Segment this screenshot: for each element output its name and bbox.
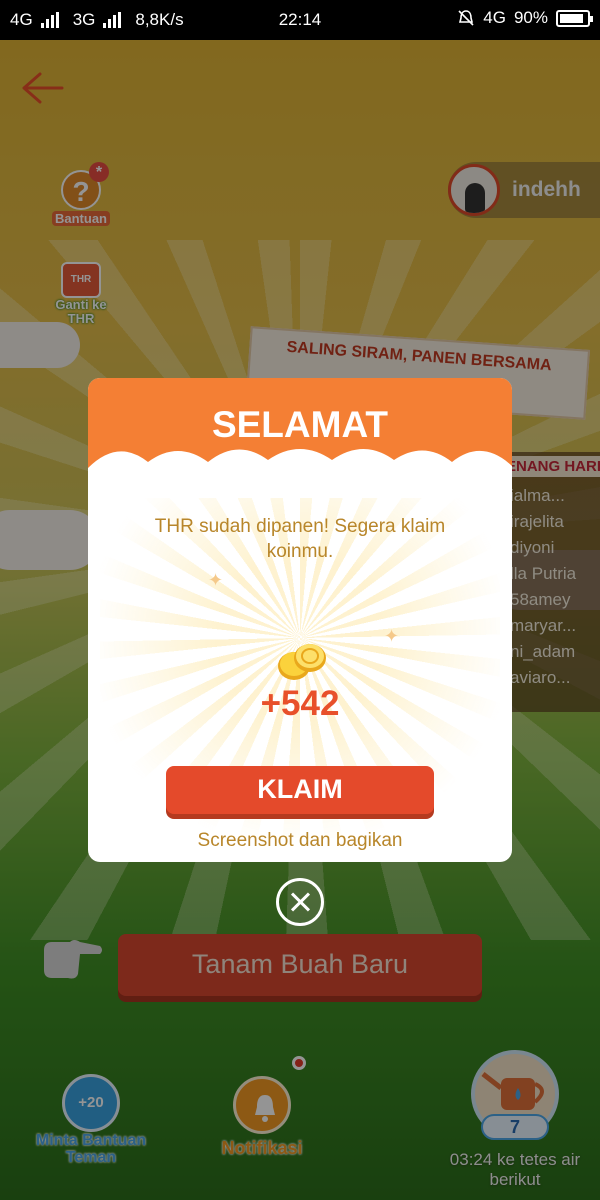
- signal-icon-2: [103, 12, 122, 28]
- claim-button[interactable]: KLAIM: [166, 766, 434, 814]
- battery-icon: [556, 9, 593, 27]
- close-icon[interactable]: [276, 878, 324, 926]
- coins-icon: [278, 644, 326, 680]
- battery-percent: 90%: [513, 8, 548, 27]
- network-speed: 8,8K/s: [135, 10, 184, 29]
- network-type-2: 3G: [72, 10, 96, 29]
- signal-icon: [40, 12, 59, 28]
- dialog-message: THR sudah dipanen! Segera klaim koinmu.: [154, 516, 446, 562]
- sparkle-icon: ✦: [384, 626, 400, 646]
- sparkle-icon: ✦: [208, 570, 224, 590]
- share-screenshot-link[interactable]: Screenshot dan bagikan: [88, 830, 512, 852]
- status-bar: 4G 3G 8,8K/s 22:14 4G 90%: [0, 0, 600, 40]
- mute-bell-icon: [458, 10, 474, 26]
- congratulations-dialog: SELAMAT ✦ ✦ THR sudah dipanen! Segera kl…: [88, 378, 512, 862]
- network-type-3: 4G: [483, 8, 506, 27]
- network-type-1: 4G: [10, 10, 33, 29]
- dialog-title: SELAMAT: [211, 404, 389, 445]
- reward-amount: +542: [260, 684, 340, 723]
